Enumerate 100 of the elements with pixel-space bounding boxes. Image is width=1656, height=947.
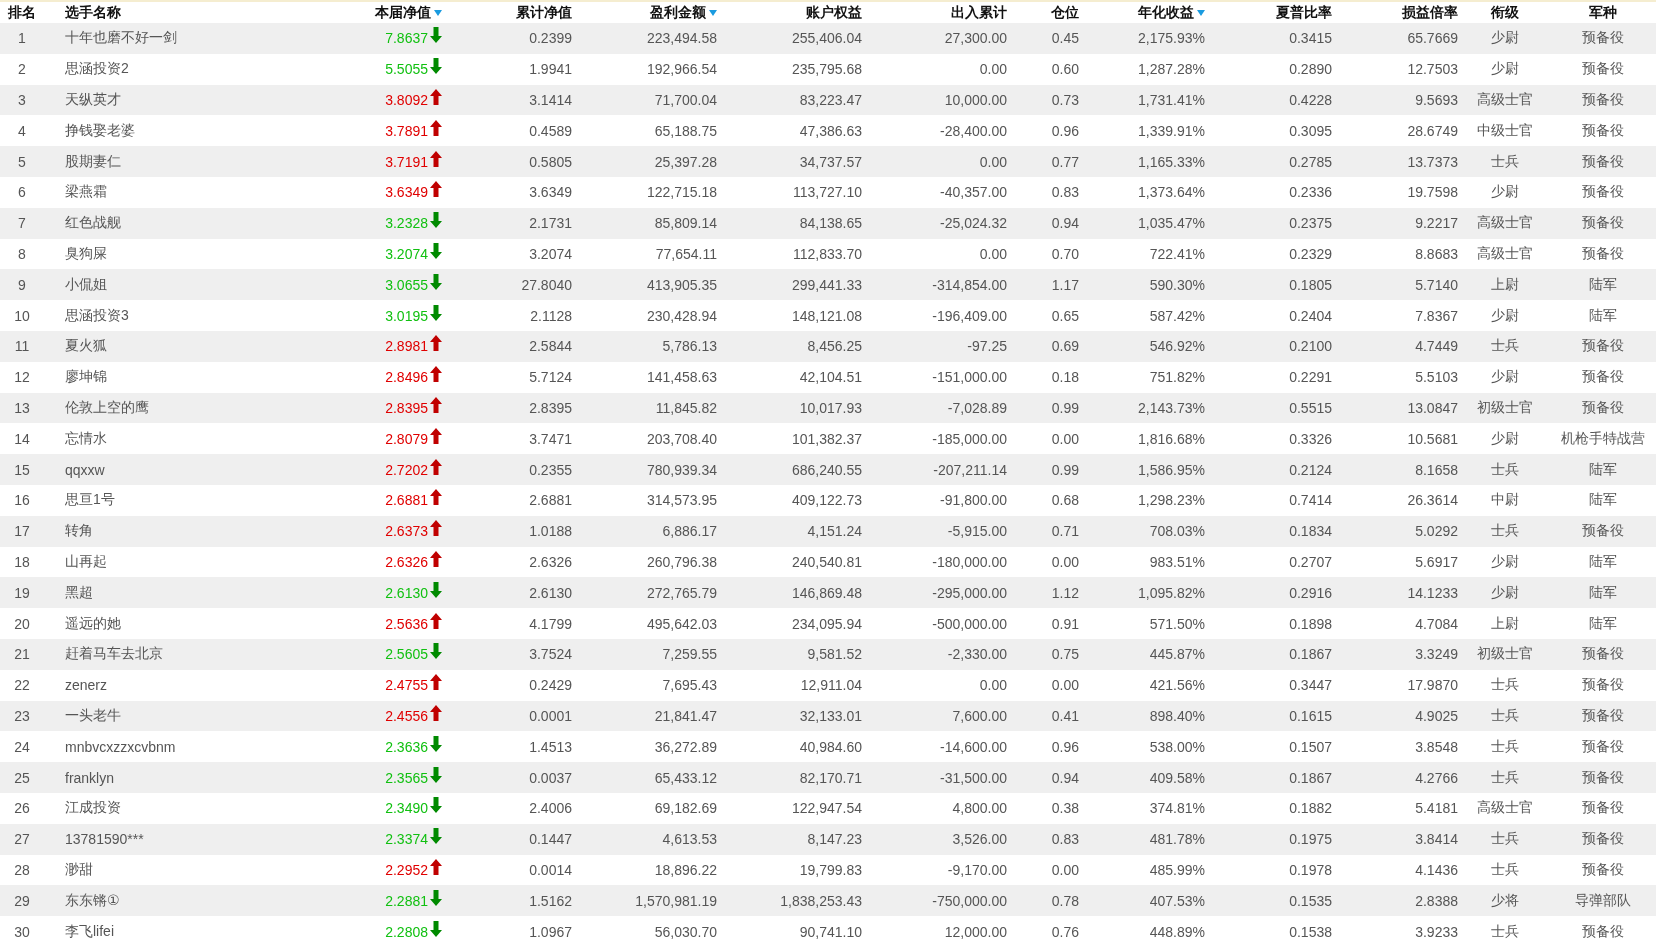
table-cell: 101,382.37 xyxy=(791,430,862,447)
table-cell: 预备役 xyxy=(1581,799,1624,818)
table-cell: 江成投资 xyxy=(65,799,121,818)
table-cell: 红色战舰 xyxy=(65,214,121,233)
table-cell: 90,741.10 xyxy=(799,923,862,940)
table-cell: 0.83 xyxy=(1051,831,1079,848)
table-cell: 5.4181 xyxy=(1415,800,1458,817)
table-cell: 7.8367 xyxy=(1415,307,1458,324)
table-cell: 3.0195 xyxy=(385,307,428,324)
table-cell: 0.38 xyxy=(1051,800,1079,817)
table-cell: 0.0037 xyxy=(529,769,572,786)
table-cell: 上尉 xyxy=(1491,614,1519,633)
table-cell: 0.7414 xyxy=(1289,492,1332,509)
table-cell: 32,133.01 xyxy=(799,707,862,724)
column-header[interactable]: 夏普比率 xyxy=(1276,3,1332,22)
column-header[interactable]: 衔级 xyxy=(1491,3,1519,22)
column-header[interactable]: 排名 xyxy=(8,3,36,22)
table-cell: 0.4228 xyxy=(1289,92,1332,108)
column-header[interactable]: 军种 xyxy=(1588,3,1617,22)
table-cell: 3.8092 xyxy=(385,92,428,108)
table-cell: 203,708.40 xyxy=(646,430,717,447)
table-cell: zenerz xyxy=(65,677,108,694)
table-cell: 16 xyxy=(14,492,30,509)
table-cell: 7 xyxy=(18,215,26,232)
column-header[interactable]: 选手名称 xyxy=(65,3,121,22)
table-cell: 409,122.73 xyxy=(791,492,862,509)
table-cell: 李飞lifei xyxy=(65,922,114,941)
table-cell: 2.2808 xyxy=(385,923,428,940)
table-cell: 21 xyxy=(14,646,30,663)
table-cell: 0.3326 xyxy=(1289,430,1332,447)
table-cell: 8,147.23 xyxy=(807,831,862,848)
table-cell: 士兵 xyxy=(1491,337,1519,356)
down-arrow-icon xyxy=(430,920,442,937)
table-cell: 28.6749 xyxy=(1407,122,1458,139)
down-arrow-icon xyxy=(430,212,442,229)
table-cell: 士兵 xyxy=(1491,706,1519,725)
table-cell: 8,456.25 xyxy=(807,338,862,355)
table-cell: 17 xyxy=(14,523,30,540)
column-header[interactable]: 出入累计 xyxy=(951,3,1007,22)
table-cell: 2.2881 xyxy=(385,892,428,909)
table-cell: 8.1658 xyxy=(1415,461,1458,478)
column-header[interactable]: 账户权益 xyxy=(806,3,862,22)
table-cell: 2.6881 xyxy=(385,492,428,509)
table-cell: 少尉 xyxy=(1491,583,1519,602)
table-cell: 2.5844 xyxy=(529,338,572,355)
column-header[interactable]: 累计净值 xyxy=(516,3,572,22)
column-header[interactable]: 本届净值 xyxy=(375,3,442,22)
table-cell: 预备役 xyxy=(1581,706,1624,725)
table-cell: 预备役 xyxy=(1581,922,1624,941)
table-cell: 22 xyxy=(14,677,30,694)
table-cell: 65,433.12 xyxy=(654,769,717,786)
up-arrow-icon xyxy=(430,550,442,567)
table-cell: 预备役 xyxy=(1581,368,1624,387)
table-cell: 0.3095 xyxy=(1289,122,1332,139)
table-cell: 146,869.48 xyxy=(791,584,862,601)
table-cell: 56,030.70 xyxy=(654,923,717,940)
table-cell: 5.7124 xyxy=(529,369,572,386)
table-cell: 思涵投资3 xyxy=(65,306,129,325)
table-cell: 梁燕霜 xyxy=(65,183,107,202)
table-cell: 0.1882 xyxy=(1289,800,1332,817)
table-cell: 240,540.81 xyxy=(791,553,862,570)
column-header[interactable]: 盈利金额 xyxy=(650,3,717,22)
table-cell: 0.41 xyxy=(1051,707,1079,724)
table-cell: 高级士官 xyxy=(1477,799,1533,818)
table-cell: 0.3415 xyxy=(1289,30,1332,47)
table-cell: 34,737.57 xyxy=(799,153,862,170)
table-cell: 0.2707 xyxy=(1289,553,1332,570)
table-cell: 0.2916 xyxy=(1289,584,1332,601)
column-header[interactable]: 年化收益 xyxy=(1138,3,1205,22)
table-cell: 7,600.00 xyxy=(952,707,1007,724)
table-cell: 3.6349 xyxy=(529,184,572,201)
down-arrow-icon xyxy=(430,581,442,598)
table-cell: 1.5162 xyxy=(529,892,572,909)
up-arrow-icon xyxy=(430,150,442,167)
table-cell: 高级士官 xyxy=(1477,214,1533,233)
table-cell: 24 xyxy=(14,738,30,755)
down-arrow-icon xyxy=(430,27,442,44)
table-cell: 思涵投资2 xyxy=(65,60,129,79)
table-cell: 413,905.35 xyxy=(646,276,717,293)
table-cell: 27,300.00 xyxy=(944,30,1007,47)
table-cell: 0.70 xyxy=(1051,245,1079,262)
table-cell: 20 xyxy=(14,615,30,632)
table-cell: 0.83 xyxy=(1051,184,1079,201)
table-cell: -91,800.00 xyxy=(940,492,1007,509)
table-cell: 3,526.00 xyxy=(952,831,1007,848)
table-cell: 0.1978 xyxy=(1289,861,1332,878)
column-header[interactable]: 仓位 xyxy=(1051,3,1079,22)
table-cell: 18,896.22 xyxy=(654,861,717,878)
table-cell: 5.6917 xyxy=(1415,553,1458,570)
table-cell: 0.00 xyxy=(1051,861,1079,878)
table-cell: 0.00 xyxy=(1051,553,1079,570)
table-cell: 234,095.94 xyxy=(791,615,862,632)
table-cell: 65,188.75 xyxy=(654,122,717,139)
table-cell: 预备役 xyxy=(1581,244,1624,263)
table-cell: 挣钱娶老婆 xyxy=(65,121,135,140)
column-header[interactable]: 损益倍率 xyxy=(1402,3,1458,22)
table-cell: 士兵 xyxy=(1491,922,1519,941)
table-cell: 751.82% xyxy=(1149,369,1205,386)
table-cell: 708.03% xyxy=(1149,523,1205,540)
table-cell: -151,000.00 xyxy=(932,369,1007,386)
